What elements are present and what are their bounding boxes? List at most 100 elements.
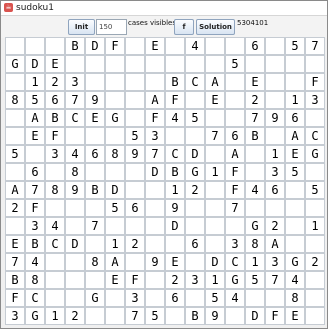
grid-cell[interactable] — [85, 271, 105, 289]
grid-cell[interactable]: 4 — [25, 253, 45, 271]
grid-cell[interactable]: E — [285, 307, 305, 325]
grid-cell[interactable]: 3 — [265, 253, 285, 271]
grid-cell[interactable]: G — [25, 307, 45, 325]
grid-cell[interactable] — [105, 73, 125, 91]
grid-cell[interactable]: 9 — [145, 253, 165, 271]
init-button[interactable]: Init — [68, 19, 95, 35]
grid-cell[interactable]: 3 — [305, 91, 325, 109]
grid-cell[interactable] — [85, 307, 105, 325]
grid-cell[interactable]: B — [245, 127, 265, 145]
grid-cell[interactable]: D — [105, 181, 125, 199]
grid-cell[interactable] — [205, 55, 225, 73]
grid-cell[interactable] — [25, 145, 45, 163]
grid-cell[interactable]: 5 — [245, 271, 265, 289]
grid-cell[interactable] — [225, 73, 245, 91]
grid-cell[interactable]: 7 — [305, 37, 325, 55]
grid-cell[interactable]: 2 — [185, 181, 205, 199]
grid-cell[interactable] — [205, 235, 225, 253]
grid-cell[interactable]: A — [265, 235, 285, 253]
grid-cell[interactable]: G — [305, 145, 325, 163]
grid-cell[interactable] — [125, 73, 145, 91]
grid-cell[interactable]: G — [225, 271, 245, 289]
grid-cell[interactable]: A — [25, 109, 45, 127]
grid-cell[interactable]: 8 — [285, 289, 305, 307]
grid-cell[interactable]: 3 — [45, 145, 65, 163]
grid-cell[interactable] — [65, 217, 85, 235]
grid-cell[interactable] — [265, 91, 285, 109]
grid-cell[interactable] — [145, 217, 165, 235]
grid-cell[interactable] — [265, 199, 285, 217]
grid-cell[interactable]: 4 — [245, 181, 265, 199]
grid-cell[interactable]: D — [165, 217, 185, 235]
grid-cell[interactable]: 9 — [165, 199, 185, 217]
grid-cell[interactable] — [205, 199, 225, 217]
grid-cell[interactable]: 5 — [185, 109, 205, 127]
grid-cell[interactable]: A — [145, 91, 165, 109]
grid-cell[interactable] — [105, 127, 125, 145]
grid-cell[interactable]: 5 — [25, 91, 45, 109]
grid-cell[interactable] — [285, 217, 305, 235]
grid-cell[interactable]: 1 — [25, 73, 45, 91]
grid-cell[interactable]: 2 — [5, 199, 25, 217]
grid-cell[interactable]: 1 — [285, 91, 305, 109]
grid-cell[interactable]: 4 — [225, 289, 245, 307]
grid-cell[interactable]: 8 — [65, 163, 85, 181]
grid-cell[interactable] — [125, 55, 145, 73]
grid-cell[interactable]: 9 — [205, 307, 225, 325]
grid-cell[interactable] — [65, 127, 85, 145]
grid-cell[interactable]: 6 — [45, 91, 65, 109]
grid-cell[interactable]: 2 — [305, 253, 325, 271]
grid-cell[interactable]: 5 — [5, 145, 25, 163]
grid-cell[interactable]: F — [105, 37, 125, 55]
grid-cell[interactable]: G — [245, 217, 265, 235]
grid-cell[interactable] — [85, 55, 105, 73]
blank-button[interactable]: f — [174, 19, 194, 35]
grid-cell[interactable] — [125, 163, 145, 181]
grid-cell[interactable] — [185, 217, 205, 235]
grid-cell[interactable]: 5 — [285, 163, 305, 181]
grid-cell[interactable] — [185, 127, 205, 145]
grid-cell[interactable]: F — [225, 181, 245, 199]
grid-cell[interactable]: 3 — [125, 289, 145, 307]
grid-cell[interactable] — [185, 91, 205, 109]
grid-cell[interactable]: 6 — [285, 109, 305, 127]
grid-cell[interactable]: 6 — [265, 181, 285, 199]
grid-cell[interactable] — [305, 289, 325, 307]
grid-cell[interactable]: 9 — [65, 181, 85, 199]
grid-cell[interactable]: 2 — [65, 307, 85, 325]
grid-cell[interactable]: B — [5, 271, 25, 289]
grid-cell[interactable]: 3 — [185, 271, 205, 289]
grid-cell[interactable] — [265, 289, 285, 307]
grid-cell[interactable] — [125, 37, 145, 55]
grid-cell[interactable] — [45, 289, 65, 307]
grid-cell[interactable] — [105, 289, 125, 307]
grid-cell[interactable]: D — [145, 163, 165, 181]
grid-cell[interactable] — [205, 217, 225, 235]
grid-cell[interactable]: E — [165, 253, 185, 271]
grid-cell[interactable]: G — [185, 163, 205, 181]
grid-cell[interactable]: 6 — [225, 127, 245, 145]
grid-cell[interactable]: E — [105, 271, 125, 289]
grid-cell[interactable]: E — [205, 91, 225, 109]
grid-cell[interactable]: 5 — [205, 289, 225, 307]
grid-cell[interactable]: A — [5, 181, 25, 199]
grid-cell[interactable] — [225, 91, 245, 109]
grid-cell[interactable]: 4 — [165, 109, 185, 127]
grid-cell[interactable]: 1 — [105, 235, 125, 253]
grid-cell[interactable]: B — [25, 235, 45, 253]
grid-cell[interactable]: C — [165, 145, 185, 163]
grid-cell[interactable]: F — [5, 289, 25, 307]
grid-cell[interactable] — [45, 37, 65, 55]
grid-cell[interactable]: 8 — [105, 145, 125, 163]
grid-cell[interactable] — [45, 163, 65, 181]
grid-cell[interactable]: B — [165, 73, 185, 91]
grid-cell[interactable]: C — [225, 253, 245, 271]
grid-cell[interactable] — [245, 55, 265, 73]
grid-cell[interactable] — [305, 109, 325, 127]
grid-cell[interactable]: E — [45, 55, 65, 73]
grid-cell[interactable] — [65, 289, 85, 307]
grid-cell[interactable]: D — [205, 253, 225, 271]
grid-cell[interactable]: G — [105, 109, 125, 127]
grid-cell[interactable]: 7 — [225, 199, 245, 217]
grid-cell[interactable] — [65, 253, 85, 271]
